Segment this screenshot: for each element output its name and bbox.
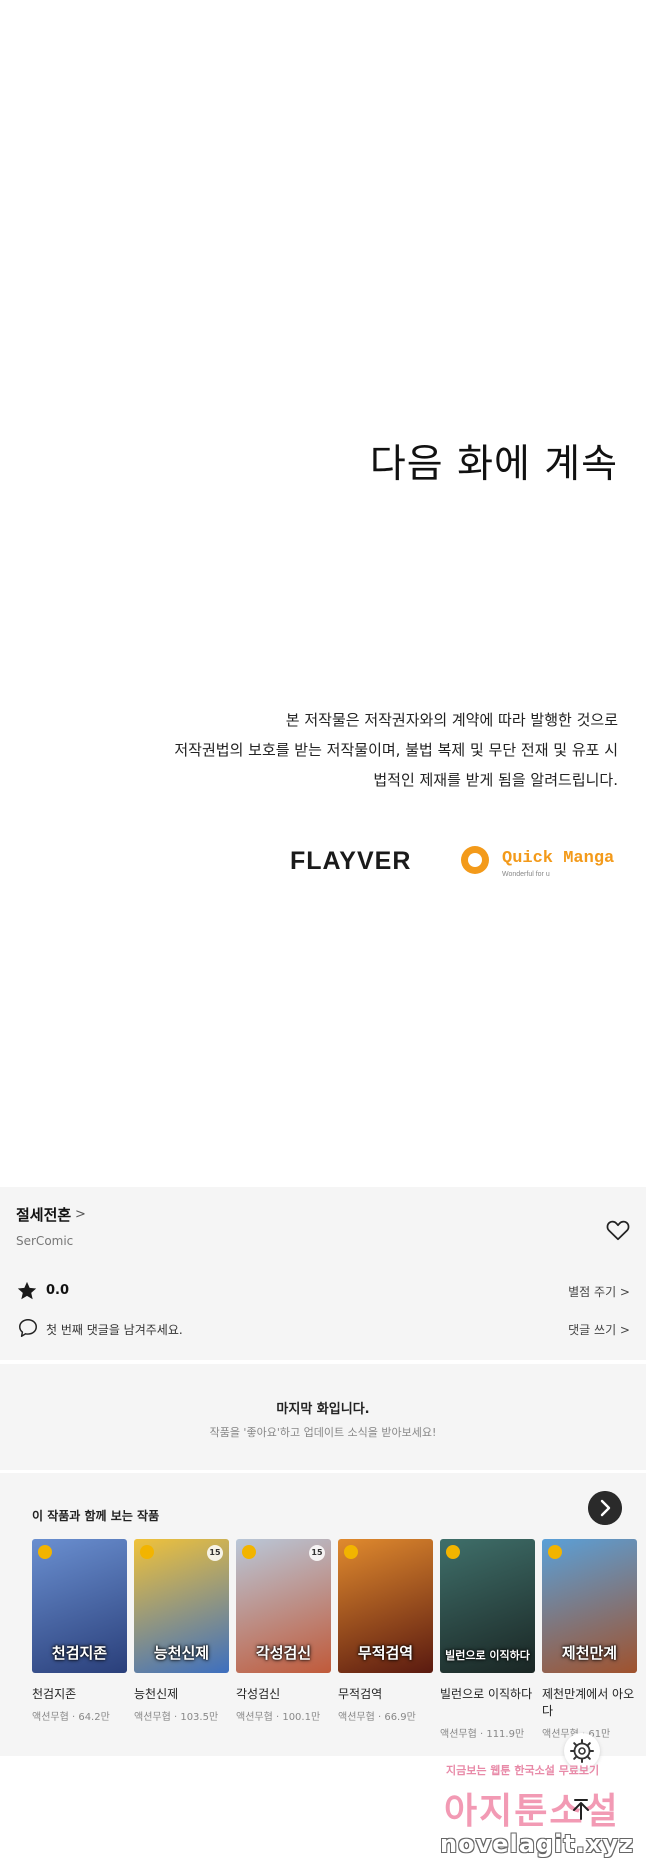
cover-title-art: 능천신제 (153, 1644, 210, 1662)
cover-title-art: 천검지존 (51, 1644, 108, 1662)
clock-icon (38, 1545, 52, 1559)
clock-icon (446, 1545, 460, 1559)
rating-value: 0.0 (46, 1283, 70, 1298)
last-episode-panel: 마지막 화입니다. 작품을 '좋아요'하고 업데이트 소식을 받아보세요! (0, 1364, 646, 1470)
recommendation-cover[interactable]: 무적검역 (338, 1539, 433, 1673)
recommendation-title[interactable]: 각성검신 (236, 1686, 336, 1703)
quick-manga-logo-text: Quick Manga (502, 849, 614, 868)
chevron-right-icon[interactable]: > (75, 1207, 86, 1222)
recommendations-heading: 이 작품과 함께 보는 작품 (32, 1509, 160, 1523)
quick-manga-logo: Quick Manga Wonderful for u (461, 846, 614, 878)
recommendation-meta: 액션무협 · 64.2만 (32, 1712, 110, 1723)
clock-icon (140, 1545, 154, 1559)
carousel-next-button[interactable] (588, 1491, 622, 1525)
quick-manga-tagline: Wonderful for u (502, 871, 550, 878)
age-rating-badge: 15 (309, 1545, 325, 1561)
last-episode-title: 마지막 화입니다. (276, 1402, 370, 1417)
recommendation-meta: 액션무협 · 103.5만 (134, 1712, 219, 1723)
clock-icon (548, 1545, 562, 1559)
series-author: SerComic (16, 1234, 74, 1248)
last-episode-subtitle: 작품을 '좋아요'하고 업데이트 소식을 받아보세요! (209, 1426, 437, 1439)
recommendation-title[interactable]: 능천신제 (134, 1686, 234, 1703)
watermark-url: novelagit.xyz (440, 1830, 635, 1858)
star-icon (17, 1281, 37, 1300)
copyright-notice-line: 본 저작물은 저작권자와의 계약에 따라 발행한 것으로 (285, 711, 618, 729)
cover-title-art: 빌런으로 이직하다 (445, 1649, 530, 1662)
clock-icon (242, 1545, 256, 1559)
series-title-link[interactable]: 절세전혼 (16, 1204, 71, 1225)
series-info-panel: 절세전혼 > SerComic 0.0 별점 주기 > 첫 번째 댓글을 남겨주… (0, 1187, 646, 1360)
rate-button[interactable]: 별점 주기 > (568, 1283, 630, 1300)
flayver-logo: FLAYVER (290, 847, 411, 875)
recommendation-cover[interactable]: 천검지존 (32, 1539, 127, 1673)
to-be-continued-text: 다음 화에 계속 (369, 442, 618, 487)
age-rating-badge: 15 (207, 1545, 223, 1561)
recommendations-section: 이 작품과 함께 보는 작품 천검지존 천검지존 액션무협 · 64.2만 15… (0, 1473, 646, 1756)
recommendation-cover[interactable]: 제천만계 (542, 1539, 637, 1673)
cover-title-art: 제천만계 (561, 1644, 618, 1662)
comment-prompt: 첫 번째 댓글을 남겨주세요. (46, 1323, 183, 1337)
copyright-notice: 본 저작물은 저작권자와의 계약에 따라 발행한 것으로 저작권법의 보호를 받… (174, 705, 618, 795)
cover-title-art: 무적검역 (357, 1644, 414, 1662)
recommendation-title[interactable]: 무적검역 (338, 1686, 438, 1703)
recommendation-title[interactable]: 제천만계에서 아오다 (542, 1686, 642, 1720)
clock-icon (344, 1545, 358, 1559)
recommendation-cover[interactable]: 빌런으로 이직하다 (440, 1539, 535, 1673)
scroll-to-top-button[interactable] (566, 1795, 596, 1825)
cover-title-art: 각성검신 (255, 1644, 312, 1662)
copyright-notice-line: 법적인 제재를 받게 됨을 알려드립니다. (373, 771, 618, 789)
watermark-tagline: 지금보는 웹툰 한국소설 무료보기 (446, 1764, 600, 1777)
arrow-up-icon (573, 1802, 589, 1820)
recommendation-title[interactable]: 천검지존 (32, 1686, 132, 1703)
recommendation-title[interactable]: 빌런으로 이직하다 (440, 1686, 540, 1703)
flayver-logo-text: FLAYVER (290, 847, 411, 875)
heart-icon[interactable] (605, 1217, 631, 1243)
speech-bubble-icon (19, 1319, 37, 1337)
recommendation-meta: 액션무협 · 111.9만 (440, 1729, 525, 1740)
recommendation-cover[interactable]: 15 각성검신 (236, 1539, 331, 1673)
recommendation-meta: 액션무협 · 66.9만 (338, 1712, 416, 1723)
recommendation-cover[interactable]: 15 능천신제 (134, 1539, 229, 1673)
write-comment-button[interactable]: 댓글 쓰기 > (568, 1321, 630, 1338)
recommendation-meta: 액션무협 · 100.1만 (236, 1712, 321, 1723)
copyright-notice-line: 저작권법의 보호를 받는 저작물이며, 불법 복제 및 무단 전재 및 유포 시 (174, 741, 618, 759)
episode-end-panel: 다음 화에 계속 본 저작물은 저작권자와의 계약에 따라 발행한 것으로 저작… (0, 0, 646, 1187)
